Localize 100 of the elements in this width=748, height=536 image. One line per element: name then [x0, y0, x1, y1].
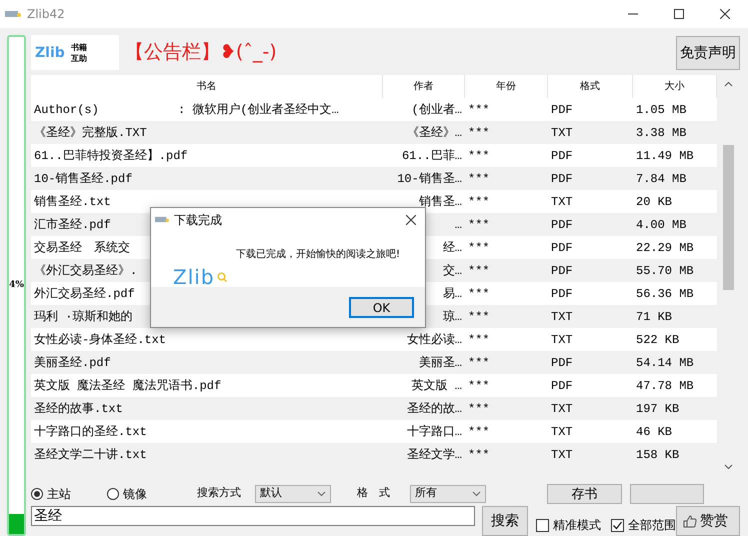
table-cell: 外汇交易圣经.pdf: [34, 287, 135, 301]
table-cell: 销售圣…: [418, 195, 462, 209]
table-cell: ***: [468, 103, 490, 117]
radio-label[interactable]: 镜像: [123, 484, 147, 502]
close-icon[interactable]: [720, 9, 730, 19]
table-cell: 十字路口的圣经.txt: [34, 425, 147, 439]
table-cell: 20 KB: [636, 195, 672, 209]
table-cell: 玛利 ·琼斯和她的: [34, 310, 132, 324]
table-cell: 琼…: [442, 310, 462, 324]
format-select[interactable]: 所有: [410, 484, 486, 502]
table-cell: TXT: [551, 402, 573, 416]
checkbox[interactable]: [611, 518, 624, 532]
app-icon: [155, 216, 169, 223]
table-cell: 《圣经》完整版.TXT: [34, 126, 147, 140]
table-cell: ***: [468, 310, 490, 324]
magnifier-icon: [216, 272, 227, 282]
maximize-icon[interactable]: [674, 9, 684, 19]
table-cell: PDF: [551, 356, 573, 370]
table-cell: 55.70 MB: [636, 264, 694, 278]
table-cell: 圣经文学二十讲.txt: [34, 448, 147, 462]
dialog-title: 下载完成: [174, 212, 222, 228]
close-icon[interactable]: [406, 214, 416, 224]
search-button[interactable]: 搜索: [482, 506, 528, 536]
table-cell: 4.00 MB: [636, 218, 686, 232]
search-mode-select[interactable]: 默认: [255, 484, 331, 502]
table-cell: 54.14 MB: [636, 356, 694, 370]
reward-button[interactable]: 赞赏: [676, 506, 740, 536]
radio-button[interactable]: [31, 488, 43, 500]
table-cell: PDF: [551, 218, 573, 232]
save-button[interactable]: 存书: [547, 484, 622, 504]
table-cell: ***: [468, 356, 490, 370]
table-cell: ***: [468, 448, 490, 462]
table-cell: 10-销售圣经.pdf: [34, 172, 132, 186]
logo-wordmark: Zlib: [35, 46, 65, 60]
table-cell: 61..巴菲特投资圣经】.pdf: [34, 149, 188, 163]
table-cell: 圣经文学…: [406, 448, 462, 462]
table-cell: 《圣经》…: [406, 126, 462, 140]
table-cell: PDF: [551, 149, 573, 163]
table-cell: 女性必读…: [406, 333, 462, 347]
scroll-down-icon[interactable]: [724, 464, 733, 470]
logo-caption: 互助: [70, 52, 87, 64]
table-cell: 易…: [442, 287, 462, 301]
table-cell: ***: [468, 333, 490, 347]
logo-caption: 书籍: [70, 42, 87, 52]
table-cell: 圣经的故事.txt: [34, 402, 123, 416]
table-cell: PDF: [551, 172, 573, 186]
table-cell: 销售圣经.txt: [34, 195, 111, 209]
table-cell: ***: [468, 379, 490, 393]
table-cell: 22.29 MB: [636, 241, 694, 255]
checkbox-label[interactable]: 全部范围: [628, 516, 676, 534]
table-cell: 522 KB: [636, 333, 680, 347]
ok-button[interactable]: OK: [349, 296, 414, 318]
disclaimer-button[interactable]: 免责声明: [676, 36, 740, 70]
table-cell: 《外汇交易圣经》.: [34, 264, 138, 278]
table-cell: 美丽圣…: [418, 356, 462, 370]
table-cell: TXT: [551, 448, 573, 462]
table-cell: 11.49 MB: [636, 149, 694, 163]
table-cell: (创业者…: [412, 103, 462, 117]
table-cell: 圣经的故…: [406, 402, 462, 416]
table-cell: ***: [468, 287, 490, 301]
table-cell: …: [454, 218, 462, 232]
checkbox-label[interactable]: 精准模式: [553, 516, 601, 534]
progress-label: 4%: [9, 278, 24, 292]
table-cell: 汇市圣经.pdf: [34, 218, 111, 232]
table-cell: 3.38 MB: [636, 126, 686, 140]
table-cell: PDF: [551, 103, 573, 117]
table-cell: PDF: [551, 379, 573, 393]
table-cell: 交…: [442, 264, 462, 278]
table-cell: 英文版 魔法圣经 魔法咒语书.pdf: [34, 379, 222, 393]
table-cell: PDF: [551, 241, 573, 255]
table-cell: 1.05 MB: [636, 103, 686, 117]
logo-wordmark: Zlib: [173, 264, 215, 291]
scroll-thumb[interactable]: [723, 145, 734, 290]
table-cell: ***: [468, 172, 490, 186]
scroll-up-icon[interactable]: [724, 81, 733, 87]
table-cell: 47.78 MB: [636, 379, 694, 393]
radio-label[interactable]: 主站: [47, 484, 71, 502]
table-cell: ***: [468, 402, 490, 416]
radio-button[interactable]: [107, 488, 119, 500]
thumbs-up-icon: [683, 514, 697, 528]
table-cell: ***: [468, 149, 490, 163]
table-cell: ***: [468, 195, 490, 209]
search-field[interactable]: 圣经: [31, 506, 475, 526]
dialog-message: 下载已完成，开始愉快的阅读之旅吧!: [236, 248, 400, 262]
table-cell: 56.36 MB: [636, 287, 694, 301]
table-cell: PDF: [551, 287, 573, 301]
table-cell: TXT: [551, 310, 573, 324]
table-cell: 美丽圣经.pdf: [34, 356, 111, 370]
table-cell: 经…: [442, 241, 462, 255]
checkbox[interactable]: [536, 518, 549, 532]
table-cell: TXT: [551, 126, 573, 140]
app-icon: [5, 10, 21, 18]
table-cell: ***: [468, 241, 490, 255]
chevron-down-icon: [317, 490, 326, 496]
table-cell: ***: [468, 218, 490, 232]
table-cell: 7.84 MB: [636, 172, 686, 186]
table-cell: ***: [468, 264, 490, 278]
table-cell: 10-销售圣…: [397, 172, 462, 186]
table-cell: 71 KB: [636, 310, 672, 324]
table-cell: 46 KB: [636, 425, 672, 439]
